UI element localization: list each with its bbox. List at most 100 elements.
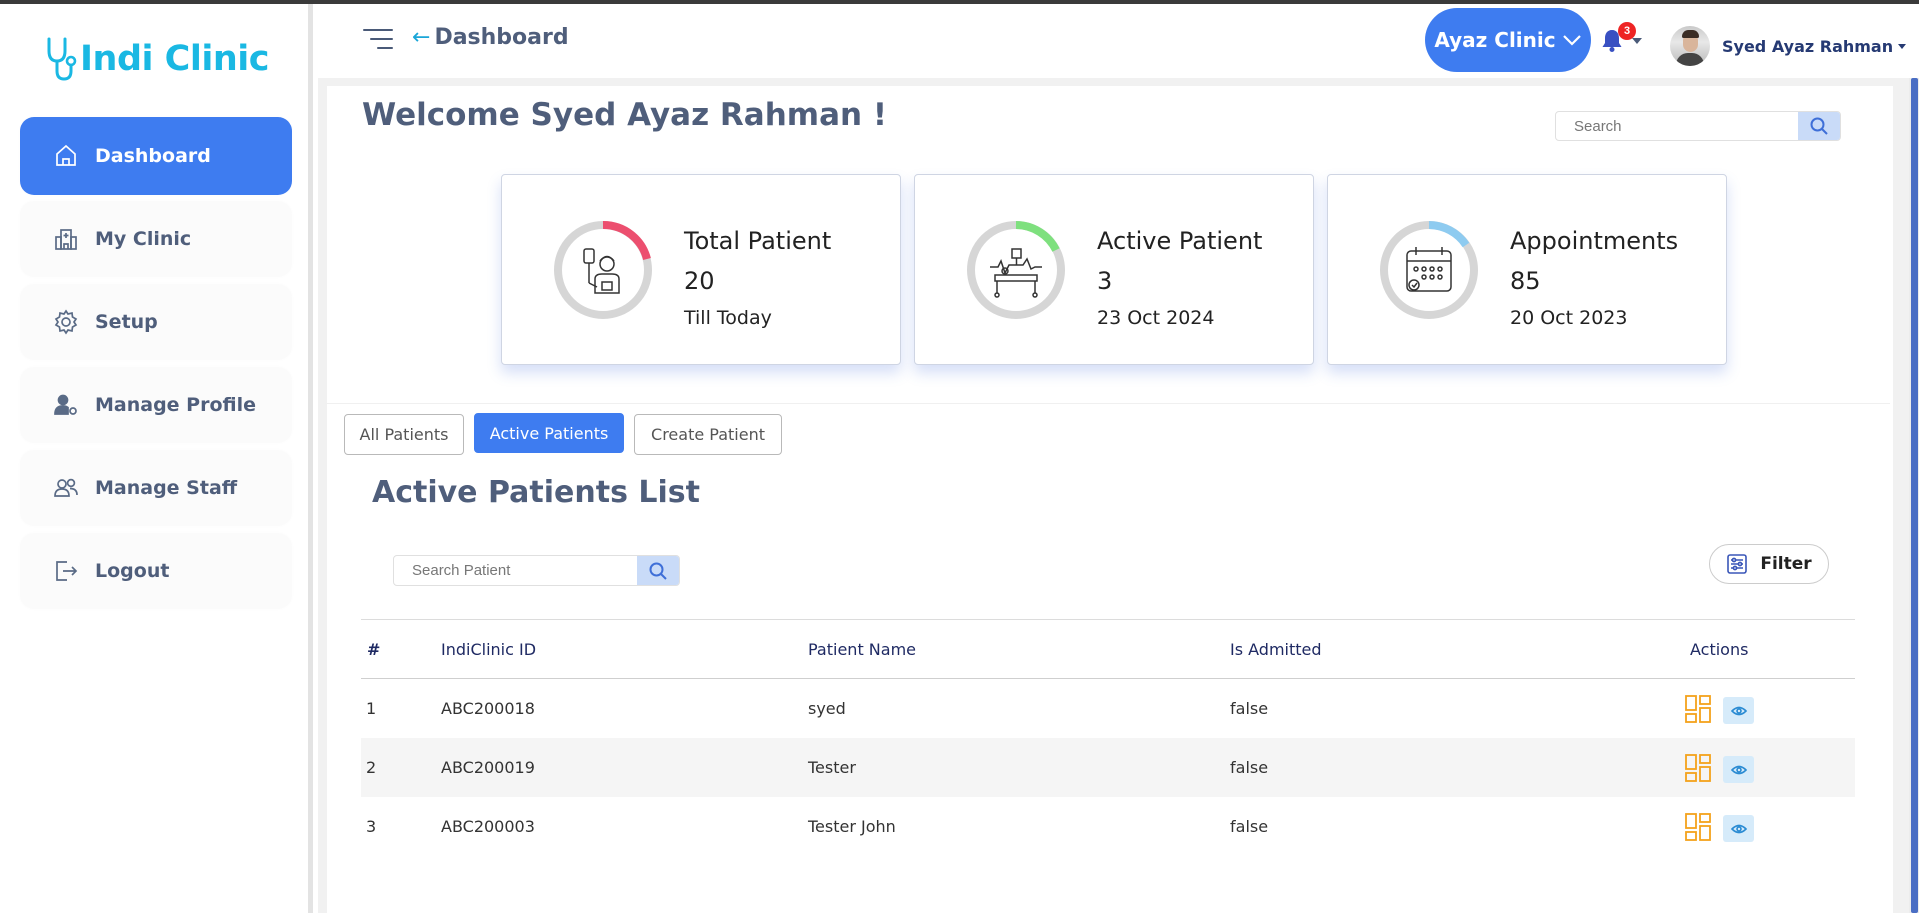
sidebar-item-label: My Clinic [95, 228, 192, 250]
logo-text: Indi Clinic [80, 39, 270, 79]
table-row[interactable]: 2 ABC200019 Tester false [361, 738, 1855, 797]
sidebar-item-setup[interactable]: Setup [20, 284, 292, 360]
table-header: # IndiClinic ID Patient Name Is Admitted… [361, 619, 1855, 679]
view-button[interactable] [1723, 756, 1754, 783]
search-icon [649, 562, 667, 580]
column-header: IndiClinic ID [441, 640, 537, 659]
welcome-heading: Welcome Syed Ayaz Rahman ! [362, 97, 888, 133]
list-title: Active Patients List [372, 475, 700, 510]
breadcrumb[interactable]: ← Dashboard [412, 25, 569, 50]
sidebar-item-my-clinic[interactable]: My Clinic [20, 201, 292, 277]
eye-icon [1730, 706, 1747, 715]
stethoscope-icon [47, 37, 77, 81]
logout-icon [53, 558, 79, 584]
chevron-down-icon [1562, 35, 1581, 46]
patient-search [393, 555, 680, 586]
clinic-selector-button[interactable]: Ayaz Clinic [1425, 8, 1591, 72]
hospital-icon [53, 226, 79, 252]
column-header: # [367, 640, 381, 659]
patients-table: # IndiClinic ID Patient Name Is Admitted… [361, 619, 1855, 856]
sidebar-item-label: Manage Staff [95, 477, 238, 499]
notifications-button[interactable]: 3 [1601, 22, 1647, 58]
is-admitted: false [1230, 817, 1269, 836]
stat-value: 3 [1097, 267, 1113, 295]
is-admitted: false [1230, 758, 1269, 777]
patient-search-input[interactable] [394, 556, 637, 585]
user-gear-icon [53, 392, 79, 418]
patient-name: Tester John [808, 817, 896, 836]
menu-toggle-icon[interactable] [363, 28, 393, 50]
stat-value: 20 [684, 267, 715, 295]
stat-card-total-patient[interactable]: Total Patient 20 Till Today [501, 174, 901, 365]
stat-subtitle: Till Today [684, 307, 772, 329]
user-menu[interactable]: Syed Ayaz Rahman [1670, 26, 1907, 66]
sidebar-nav: Dashboard My Clinic Setup Manage Profile… [20, 117, 292, 616]
users-icon [53, 475, 79, 501]
tab-create-patient[interactable]: Create Patient [634, 414, 782, 455]
calendar-icon [1378, 219, 1480, 321]
is-admitted: false [1230, 699, 1269, 718]
gear-icon [53, 309, 79, 335]
tab-active-patients[interactable]: Active Patients [474, 413, 624, 453]
patient-search-button[interactable] [637, 556, 679, 585]
patient-id: ABC200003 [441, 817, 535, 836]
grid-layout-icon [1685, 813, 1711, 841]
user-name: Syed Ayaz Rahman [1722, 36, 1894, 56]
patient-name: Tester [808, 758, 856, 777]
sidebar-item-manage-staff[interactable]: Manage Staff [20, 450, 292, 526]
column-header: Actions [1690, 640, 1749, 659]
patient-name: syed [808, 699, 846, 718]
caret-down-icon [1632, 38, 1642, 44]
sidebar-item-logout[interactable]: Logout [20, 533, 292, 609]
table-row[interactable]: 1 ABC200018 syed false [361, 679, 1855, 738]
sidebar-item-label: Manage Profile [95, 394, 257, 416]
global-search [1555, 111, 1841, 141]
sidebar-item-manage-profile[interactable]: Manage Profile [20, 367, 292, 443]
row-number: 1 [366, 699, 377, 718]
hospital-bed-icon [965, 219, 1067, 321]
logo[interactable]: Indi Clinic [44, 34, 270, 84]
grid-layout-icon [1685, 754, 1711, 782]
view-button[interactable] [1723, 815, 1754, 842]
column-header: Patient Name [808, 640, 916, 659]
tab-all-patients[interactable]: All Patients [344, 414, 464, 455]
patient-drip-icon [552, 219, 654, 321]
row-number: 3 [366, 817, 377, 836]
stat-subtitle: 20 Oct 2023 [1510, 307, 1628, 329]
row-number: 2 [366, 758, 377, 777]
section-divider [325, 403, 1890, 404]
clinic-selector-label: Ayaz Clinic [1434, 28, 1556, 52]
stat-card-active-patient[interactable]: Active Patient 3 23 Oct 2024 [914, 174, 1314, 365]
dashboard-view-button[interactable] [1685, 754, 1711, 782]
filter-label: Filter [1760, 554, 1812, 574]
caret-down-icon [1898, 43, 1907, 49]
stat-title: Active Patient [1097, 227, 1263, 255]
search-input[interactable] [1556, 112, 1798, 140]
grid-layout-icon [1685, 695, 1711, 723]
sidebar-item-dashboard[interactable]: Dashboard [20, 117, 292, 195]
table-row[interactable]: 3 ABC200003 Tester John false [361, 797, 1855, 856]
eye-icon [1730, 765, 1747, 774]
stat-card-appointments[interactable]: Appointments 85 20 Oct 2023 [1327, 174, 1727, 365]
dashboard-view-button[interactable] [1685, 813, 1711, 841]
patient-id: ABC200018 [441, 699, 535, 718]
dashboard-view-button[interactable] [1685, 695, 1711, 723]
search-button[interactable] [1798, 112, 1840, 140]
home-icon [53, 143, 79, 169]
filter-button[interactable]: Filter [1709, 544, 1829, 584]
stat-title: Appointments [1510, 227, 1679, 255]
search-icon [1810, 117, 1828, 135]
stat-value: 85 [1510, 267, 1541, 295]
view-button[interactable] [1723, 697, 1754, 724]
page-title: Dashboard [434, 25, 569, 50]
scrollbar[interactable] [1909, 78, 1919, 913]
stat-title: Total Patient [684, 227, 832, 255]
stat-subtitle: 23 Oct 2024 [1097, 307, 1215, 329]
sidebar-item-label: Logout [95, 560, 170, 582]
column-header: Is Admitted [1230, 640, 1322, 659]
filter-icon [1727, 554, 1748, 574]
sidebar-item-label: Setup [95, 311, 158, 333]
back-arrow-icon[interactable]: ← [412, 25, 430, 50]
sidebar: Indi Clinic Dashboard My Clinic Setup Ma… [0, 4, 313, 913]
scrollbar-thumb[interactable] [1911, 78, 1918, 913]
